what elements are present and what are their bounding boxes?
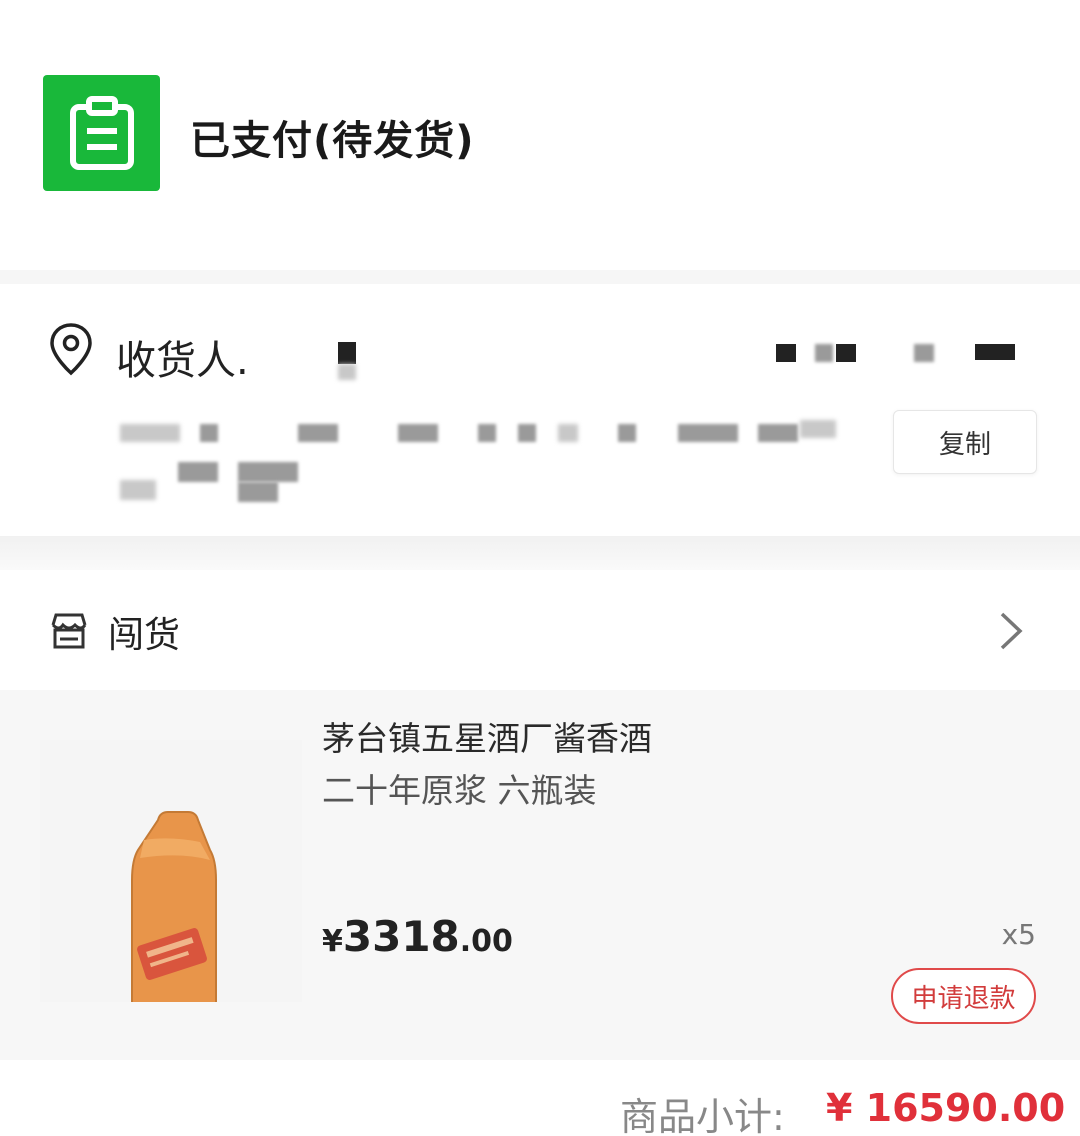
product-quantity: x5 [1001,918,1036,951]
product-title: 茅台镇五星酒厂酱香酒 [322,719,652,758]
order-status-header: 已支付(待发货) [0,0,1080,270]
product-item[interactable]: 茅台镇五星酒厂酱香酒 二十年原浆 六瓶装 ¥3318.00 x5 申请退款 [0,690,1080,1060]
order-status-title: 已支付(待发货) [190,118,475,164]
request-refund-button[interactable]: 申请退款 [891,968,1036,1024]
copy-address-button[interactable]: 复制 [893,410,1037,474]
price-symbol: ¥ [322,924,343,959]
price-decimal: .00 [459,924,513,959]
order-detail-page: 已支付(待发货) 收货人. 复制 闯货 茅台镇五星酒厂酱香酒 二十年原浆 六瓶装… [0,0,1080,1136]
chevron-right-icon[interactable] [996,610,1024,652]
shop-row[interactable]: 闯货 [0,570,1080,690]
price-integer: 3318 [342,912,460,961]
location-pin-icon [50,323,92,376]
section-divider [0,536,1080,570]
product-price: ¥3318.00 [322,912,513,961]
subtotal-row: 商品小计: ¥ 16590.00 [0,1060,1080,1136]
clipboard-icon [43,75,160,191]
subtotal-label: 商品小计: [620,1095,785,1136]
section-divider [0,270,1080,284]
product-image[interactable] [40,740,302,1009]
receiver-label: 收货人. [116,338,249,384]
product-spec: 二十年原浆 六瓶装 [322,771,597,810]
shop-name: 闯货 [108,615,181,656]
subtotal-value: ¥ 16590.00 [826,1086,1066,1130]
store-icon [51,613,87,649]
shipping-address-card: 收货人. 复制 [0,284,1080,536]
